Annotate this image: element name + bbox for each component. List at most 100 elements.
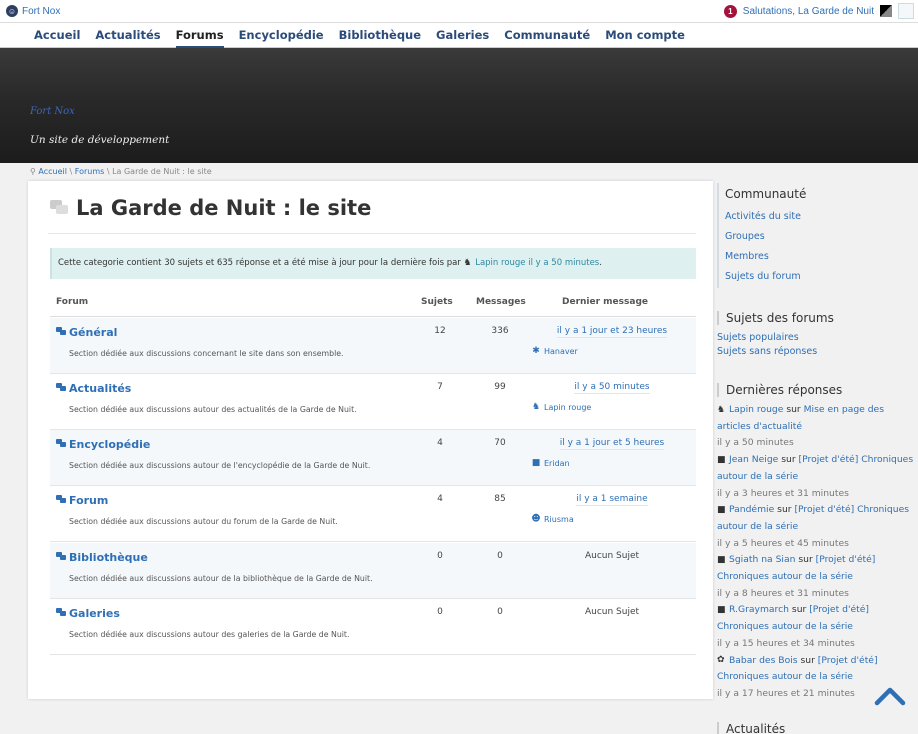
forum-description: Section dédiée aux discussions autour de… [69,574,373,583]
reply-user-link[interactable]: Pandémie [729,504,774,515]
reply-user-link[interactable]: Jean Neige [729,454,778,465]
admin-site-name[interactable]: Fort Nox [22,6,60,17]
nav-item-accueil[interactable]: Accueil [34,23,80,48]
reply-time: il y a 3 heures et 31 minutes [717,487,849,499]
notice-user-link[interactable]: Lapin rouge [475,258,525,268]
forum-name-link[interactable]: Forum [69,494,108,507]
reply-time: il y a 17 heures et 21 minutes [717,687,855,699]
notification-badge[interactable]: 1 [723,4,737,18]
notice-time-link[interactable]: il y a 50 minutes [528,258,599,268]
forum-icon [56,327,67,336]
forum-icon [56,383,67,392]
forum-post-count: 336 [491,326,509,336]
author-link[interactable]: Riusma [544,515,574,524]
forum-name-link[interactable]: Encyclopédie [69,438,150,451]
widget-community: Communauté Activités du site Groupes Mem… [717,183,918,288]
author-avatar-icon: ✱ [532,346,540,356]
author-link[interactable]: Lapin rouge [544,403,591,412]
last-post-none: Aucun Sujet [584,607,640,617]
forum-topic-count: 4 [437,494,443,504]
widget-title: Sujets des forums [717,311,834,325]
last-post-link[interactable]: il y a 1 semaine [576,494,648,506]
forum-post-count: 70 [494,438,506,448]
latest-reply: ■ Pandémie sur [Projet d'été] Chroniques … [717,502,915,552]
forum-name-link[interactable]: Galeries [69,607,120,620]
sidebar: Communauté Activités du site Groupes Mem… [717,181,918,734]
nav-item-actualites[interactable]: Actualités [95,23,160,48]
nav-item-encyclopedie[interactable]: Encyclopédie [239,23,324,48]
forum-description: Section dédiée aux discussions autour de… [69,630,350,639]
forum-post-count: 99 [494,382,506,392]
latest-reply: ■ R.Graymarch sur [Projet d'été] Chroniqu… [717,602,915,652]
forum-name-link[interactable]: Actualités [69,382,131,395]
sidebar-link-membres[interactable]: Membres [719,251,918,262]
reply-time: il y a 15 heures et 34 minutes [717,637,855,649]
forum-row: Général Section dédiée aux discussions co… [50,318,696,374]
forum-description: Section dédiée aux discussions concernan… [69,349,344,358]
forum-icon [50,200,70,216]
widget-title: Communauté [725,187,807,201]
reply-user-link[interactable]: R.Graymarch [729,604,789,615]
forum-name-link[interactable]: Général [69,326,117,339]
greeting-link[interactable]: Salutations, La Garde de Nuit [743,6,874,17]
sidebar-link-unanswered[interactable]: Sujets sans réponses [717,346,834,357]
last-post-link[interactable]: il y a 1 jour et 23 heures [556,326,668,338]
reply-time: il y a 5 heures et 45 minutes [717,537,849,549]
sidebar-link-activites[interactable]: Activités du site [719,211,918,222]
site-icon[interactable]: ☺ [6,5,18,17]
forum-row: Galeries Section dédiée aux discussions a… [50,599,696,655]
forum-name-link[interactable]: Bibliothèque [69,551,148,564]
breadcrumb-home[interactable]: Accueil [38,167,67,176]
search-toggle[interactable] [898,3,914,19]
author-avatar-icon: ■ [531,458,541,468]
notice-text: Cette categorie contient 30 sujets et 63… [58,258,461,268]
nav-item-forums[interactable]: Forums [175,23,224,48]
nav-item-bibliotheque[interactable]: Bibliothèque [339,23,421,48]
author-link[interactable]: Eridan [544,459,570,468]
last-post-author: ✱ Hanaver [531,346,578,356]
chevron-up-icon[interactable] [874,683,906,707]
sidebar-link-sujets[interactable]: Sujets du forum [719,271,918,288]
reply-user-link[interactable]: Babar des Bois [729,655,798,666]
breadcrumb-forums[interactable]: Forums [75,167,105,176]
forum-topic-count: 7 [437,382,443,392]
nav-item-galeries[interactable]: Galeries [436,23,489,48]
forum-description: Section dédiée aux discussions autour du… [69,517,338,526]
author-avatar-icon: ♞ [531,402,541,412]
author-avatar-icon: ☻ [531,514,541,524]
reply-on: sur [777,504,792,516]
sidebar-link-popular[interactable]: Sujets populaires [717,332,834,343]
reply-on: sur [800,654,815,666]
last-post: il y a 1 jour et 5 heures [528,438,696,450]
reply-time: il y a 8 heures et 31 minutes [717,587,849,599]
author-link[interactable]: Hanaver [544,347,578,356]
nav-item-mon-compte[interactable]: Mon compte [605,23,685,48]
user-avatar-icon: ■ [717,554,726,565]
user-avatar[interactable] [880,5,892,17]
banner-site-title[interactable]: Fort Nox [30,106,75,117]
user-avatar-icon: ✿ [717,655,725,666]
admin-bar: ☺ Fort Nox 1 Salutations, La Garde de Nu… [0,0,918,23]
last-post-author: ☻ Riusma [531,514,574,524]
reply-user-link[interactable]: Lapin rouge [729,404,783,415]
last-post-link[interactable]: il y a 50 minutes [574,382,650,394]
col-forum: Forum [56,297,89,307]
nav-item-communaute[interactable]: Communauté [504,23,590,48]
sidebar-link-groupes[interactable]: Groupes [719,231,918,242]
forum-topic-count: 0 [437,551,443,561]
user-avatar-icon: ♞ [717,404,726,415]
col-topics: Sujets [421,297,453,307]
last-post-link[interactable]: il y a 1 jour et 5 heures [559,438,665,450]
reply-user-link[interactable]: Sgiath na Sian [729,554,795,565]
main-content: La Garde de Nuit : le site Cette categor… [28,181,713,699]
col-last: Dernier message [562,297,648,307]
pin-icon: ⚲ [30,167,36,176]
user-avatar-icon: ■ [717,604,726,615]
user-avatar-icon: ♞ [463,258,472,268]
forum-description: Section dédiée aux discussions autour de… [69,405,357,414]
breadcrumb-sep: \ [66,167,75,176]
widget-latest-replies: Dernières réponses ♞ Lapin rouge sur Mise… [717,383,915,703]
forum-icon [56,552,67,561]
divider [48,233,696,234]
reply-on: sur [798,554,813,566]
